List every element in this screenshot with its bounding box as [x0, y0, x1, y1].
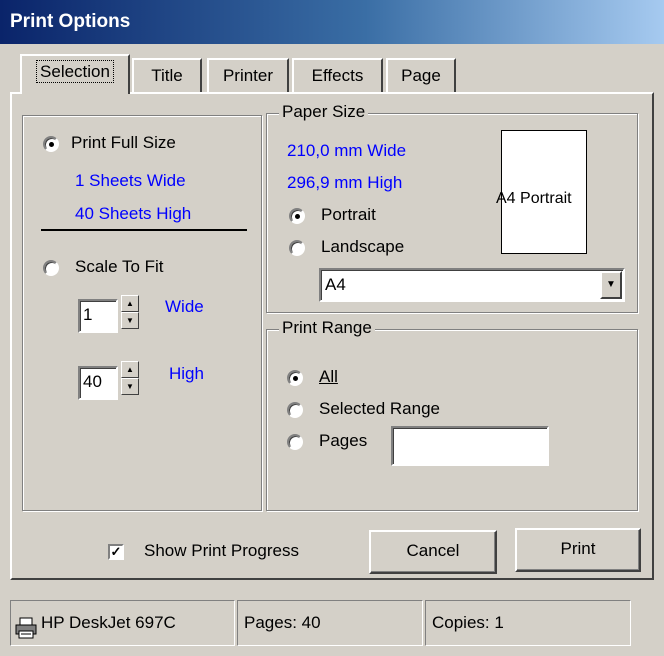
show-progress-label[interactable]: Show Print Progress	[144, 541, 299, 561]
paper-size-group: Paper Size 210,0 mm Wide 296,9 mm High P…	[266, 102, 638, 313]
pages-label[interactable]: Pages	[319, 431, 367, 451]
high-spin-input[interactable]: 40	[78, 366, 118, 400]
sheets-wide-text: 1 Sheets Wide	[75, 171, 186, 190]
check-icon: ✓	[110, 544, 122, 559]
wide-spin-input[interactable]: 1	[78, 299, 118, 333]
title-bar: Print Options	[0, 0, 664, 44]
status-pages: Pages: 40	[237, 600, 423, 646]
paper-width-text: 210,0 mm Wide	[287, 141, 407, 160]
print-button[interactable]: Print	[515, 528, 641, 572]
selected-range-label[interactable]: Selected Range	[319, 399, 440, 419]
high-label: High	[169, 364, 204, 383]
paper-size-select[interactable]: A4 ▼	[319, 268, 625, 302]
window-title: Print Options	[10, 11, 131, 32]
print-range-group: Print Range All Selected Range Pages	[266, 318, 638, 511]
printer-icon	[15, 612, 37, 639]
tab-title[interactable]: Title	[132, 58, 202, 92]
divider	[41, 229, 247, 231]
wide-spin-buttons[interactable]: ▲ ▼	[121, 295, 139, 329]
print-range-legend: Print Range	[279, 318, 375, 338]
landscape-radio[interactable]	[289, 240, 305, 256]
scale-to-fit-radio[interactable]	[43, 260, 59, 276]
status-printer: HP DeskJet 697C	[10, 600, 235, 646]
wide-label: Wide	[165, 297, 204, 316]
paper-size-legend: Paper Size	[279, 102, 369, 122]
spin-down-icon[interactable]: ▼	[121, 378, 139, 395]
tab-printer[interactable]: Printer	[207, 58, 289, 92]
spin-up-icon[interactable]: ▲	[121, 295, 139, 312]
landscape-label[interactable]: Landscape	[321, 237, 404, 257]
portrait-radio[interactable]	[289, 208, 305, 224]
cancel-button[interactable]: Cancel	[369, 530, 497, 574]
status-copies: Copies: 1	[425, 600, 631, 646]
printer-name: HP DeskJet 697C	[41, 613, 176, 632]
high-spin-buttons[interactable]: ▲ ▼	[121, 361, 139, 395]
selection-group: Print Full Size 1 Sheets Wide 40 Sheets …	[22, 115, 262, 511]
print-full-size-label[interactable]: Print Full Size	[71, 133, 176, 153]
all-label[interactable]: All	[319, 367, 338, 387]
chevron-down-icon[interactable]: ▼	[600, 271, 622, 299]
pages-radio[interactable]	[287, 434, 303, 450]
all-radio[interactable]	[287, 370, 303, 386]
tab-selection[interactable]: Selection	[20, 54, 130, 94]
portrait-label[interactable]: Portrait	[321, 205, 376, 225]
pages-input[interactable]	[391, 426, 549, 466]
paper-preview: A4 Portrait	[496, 130, 587, 254]
paper-height-text: 296,9 mm High	[287, 173, 403, 192]
print-full-size-radio[interactable]	[43, 136, 59, 152]
scale-to-fit-label[interactable]: Scale To Fit	[75, 257, 164, 277]
paper-preview-label: A4 Portrait	[496, 190, 572, 207]
paper-size-select-value: A4	[325, 275, 346, 294]
spin-up-icon[interactable]: ▲	[121, 361, 139, 378]
sheets-high-text: 40 Sheets High	[75, 204, 192, 223]
selected-range-radio[interactable]	[287, 402, 303, 418]
show-progress-checkbox[interactable]: ✓	[108, 544, 124, 560]
tab-effects[interactable]: Effects	[292, 58, 383, 92]
tab-selection-label: Selection	[36, 60, 114, 83]
spin-down-icon[interactable]: ▼	[121, 312, 139, 329]
tab-page[interactable]: Page	[386, 58, 456, 92]
